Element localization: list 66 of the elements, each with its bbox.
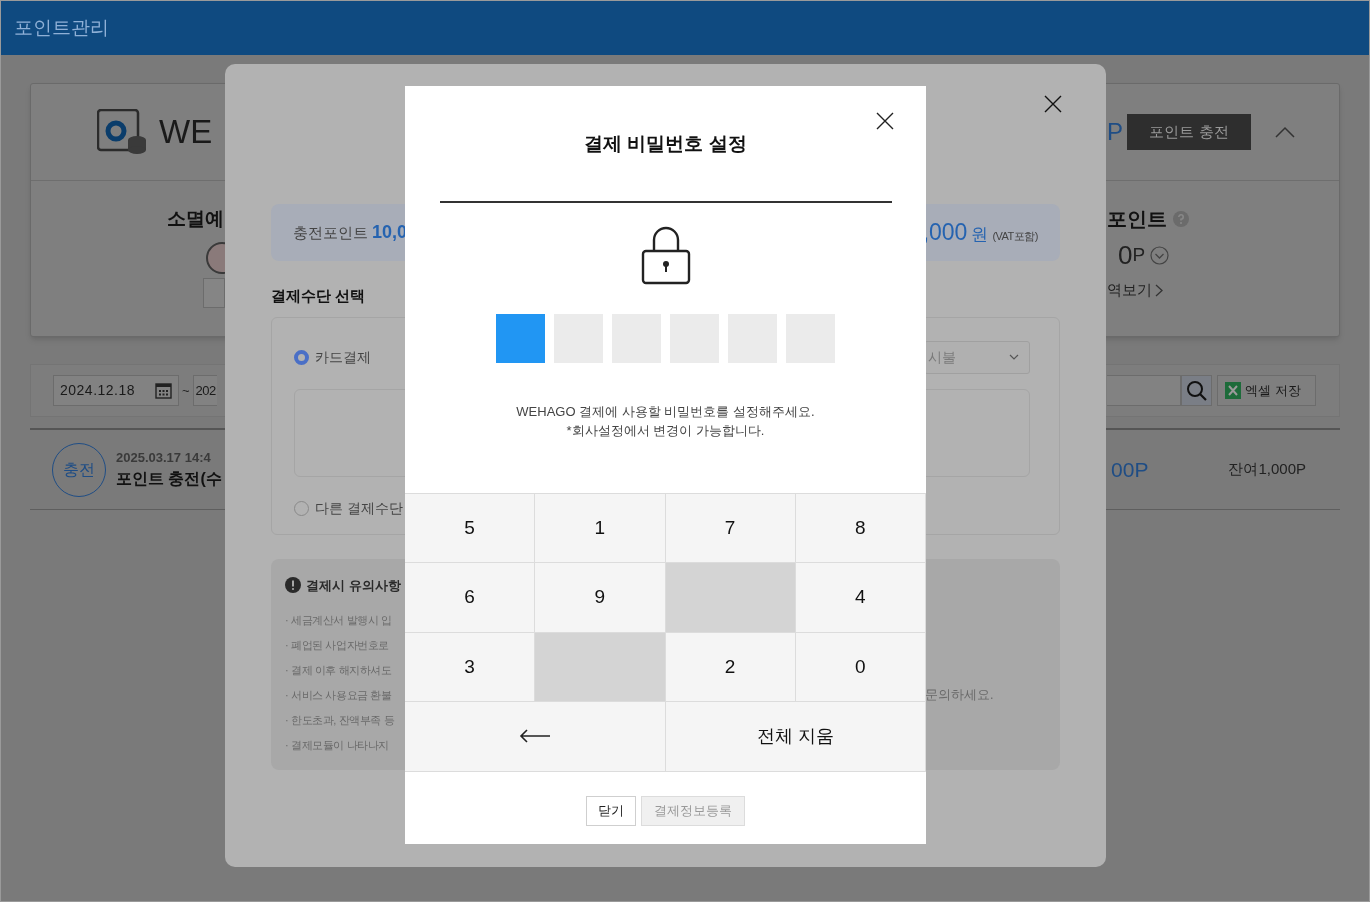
chevron-up-icon[interactable] <box>1275 126 1295 138</box>
close-icon[interactable] <box>1044 95 1062 113</box>
expiring-title: 소멸예 <box>167 207 224 231</box>
points-logo-icon <box>97 109 147 155</box>
lock-icon <box>640 224 691 285</box>
radio-button[interactable] <box>294 349 309 365</box>
charge-value: 10,0 <box>372 221 408 244</box>
history-balance: 잔여1,000P <box>1228 459 1306 480</box>
date-separator: ~ <box>182 381 190 400</box>
method-title: 결제수단 선택 <box>271 286 367 306</box>
notice-item: · 서비스 사용요금 환불 <box>285 688 393 704</box>
clear-all-key[interactable]: 전체 지움 <box>665 702 926 772</box>
points-unit: P <box>1132 243 1146 268</box>
charge-label: 충전포인트 <box>293 223 368 243</box>
notice-item: · 결제모듈이 나타나지 <box>285 738 390 754</box>
instruction-text: *회사설정에서 변경이 가능합니다. <box>566 421 765 440</box>
points-value: 0 <box>1118 239 1133 272</box>
expiring-button[interactable] <box>203 277 225 308</box>
chevron-right-icon <box>1155 283 1163 297</box>
keypad-key[interactable]: 6 <box>405 563 536 633</box>
points-title: 포인트 <box>1107 207 1167 232</box>
search-field[interactable] <box>1107 375 1181 406</box>
price-unit: 원 <box>971 224 989 247</box>
keypad-key[interactable]: 2 <box>665 632 796 702</box>
end-date-field[interactable]: 202 <box>192 375 217 406</box>
keypad-key[interactable]: 7 <box>665 493 796 563</box>
close-icon[interactable] <box>876 112 894 130</box>
search-icon <box>1186 380 1207 401</box>
keypad-key[interactable]: 5 <box>405 493 536 563</box>
notice-item-tail: 문의하세요. <box>925 687 994 705</box>
radio-label: 카드결제 <box>315 347 371 367</box>
dialog-title: 결제 비밀번호 설정 <box>584 132 747 156</box>
dialog-button[interactable]: 닫기 <box>586 795 636 826</box>
brand-title: WE <box>159 112 213 153</box>
left-arrow-icon <box>518 729 551 744</box>
balance-unit: P <box>1107 117 1123 147</box>
point-coin-icon <box>205 241 225 274</box>
keypad-key[interactable]: 0 <box>795 632 926 702</box>
keypad-key[interactable]: 1 <box>535 493 666 563</box>
price-value: ,000 <box>922 218 968 248</box>
start-date-field[interactable]: 2024.12.18 <box>53 375 179 406</box>
spreadsheet-icon <box>1225 382 1241 399</box>
history-title: 포인트 충전(수 <box>116 469 222 490</box>
radio-label: 다른 결제수단 <box>315 498 403 518</box>
history-amount: 00P <box>1111 456 1149 483</box>
expand-icon[interactable] <box>1150 246 1170 265</box>
notice-item: · 폐업된 사업자번호로 <box>285 638 390 654</box>
keypad-key[interactable]: 9 <box>535 563 666 633</box>
excel-save-button[interactable]: 엑셀 저장 <box>1217 375 1316 406</box>
keypad-key[interactable]: 8 <box>795 493 926 563</box>
calendar-icon[interactable] <box>155 382 172 399</box>
page-title: 포인트관리 <box>14 15 109 40</box>
history-date: 2025.03.17 14:4 <box>116 448 212 467</box>
history-link[interactable]: 역보기 <box>1107 279 1152 302</box>
keypad-key[interactable]: 4 <box>795 563 926 633</box>
keypad-key[interactable]: 3 <box>405 632 536 702</box>
dropdown-caret-icon <box>1009 354 1019 360</box>
instruction-text: WEHAGO 결제에 사용할 비밀번호를 설정해주세요. <box>516 402 815 421</box>
notice-title: 결제시 유의사항 <box>306 576 401 595</box>
notice-item: · 한도초과, 잔액부족 등 <box>285 713 396 729</box>
price-note: (VAT포함) <box>992 229 1038 245</box>
search-button[interactable] <box>1181 375 1212 406</box>
radio-button[interactable] <box>294 500 309 516</box>
help-icon[interactable] <box>1173 211 1189 227</box>
charge-button[interactable]: 포인트 충전 <box>1127 114 1251 150</box>
alert-icon <box>285 577 301 594</box>
